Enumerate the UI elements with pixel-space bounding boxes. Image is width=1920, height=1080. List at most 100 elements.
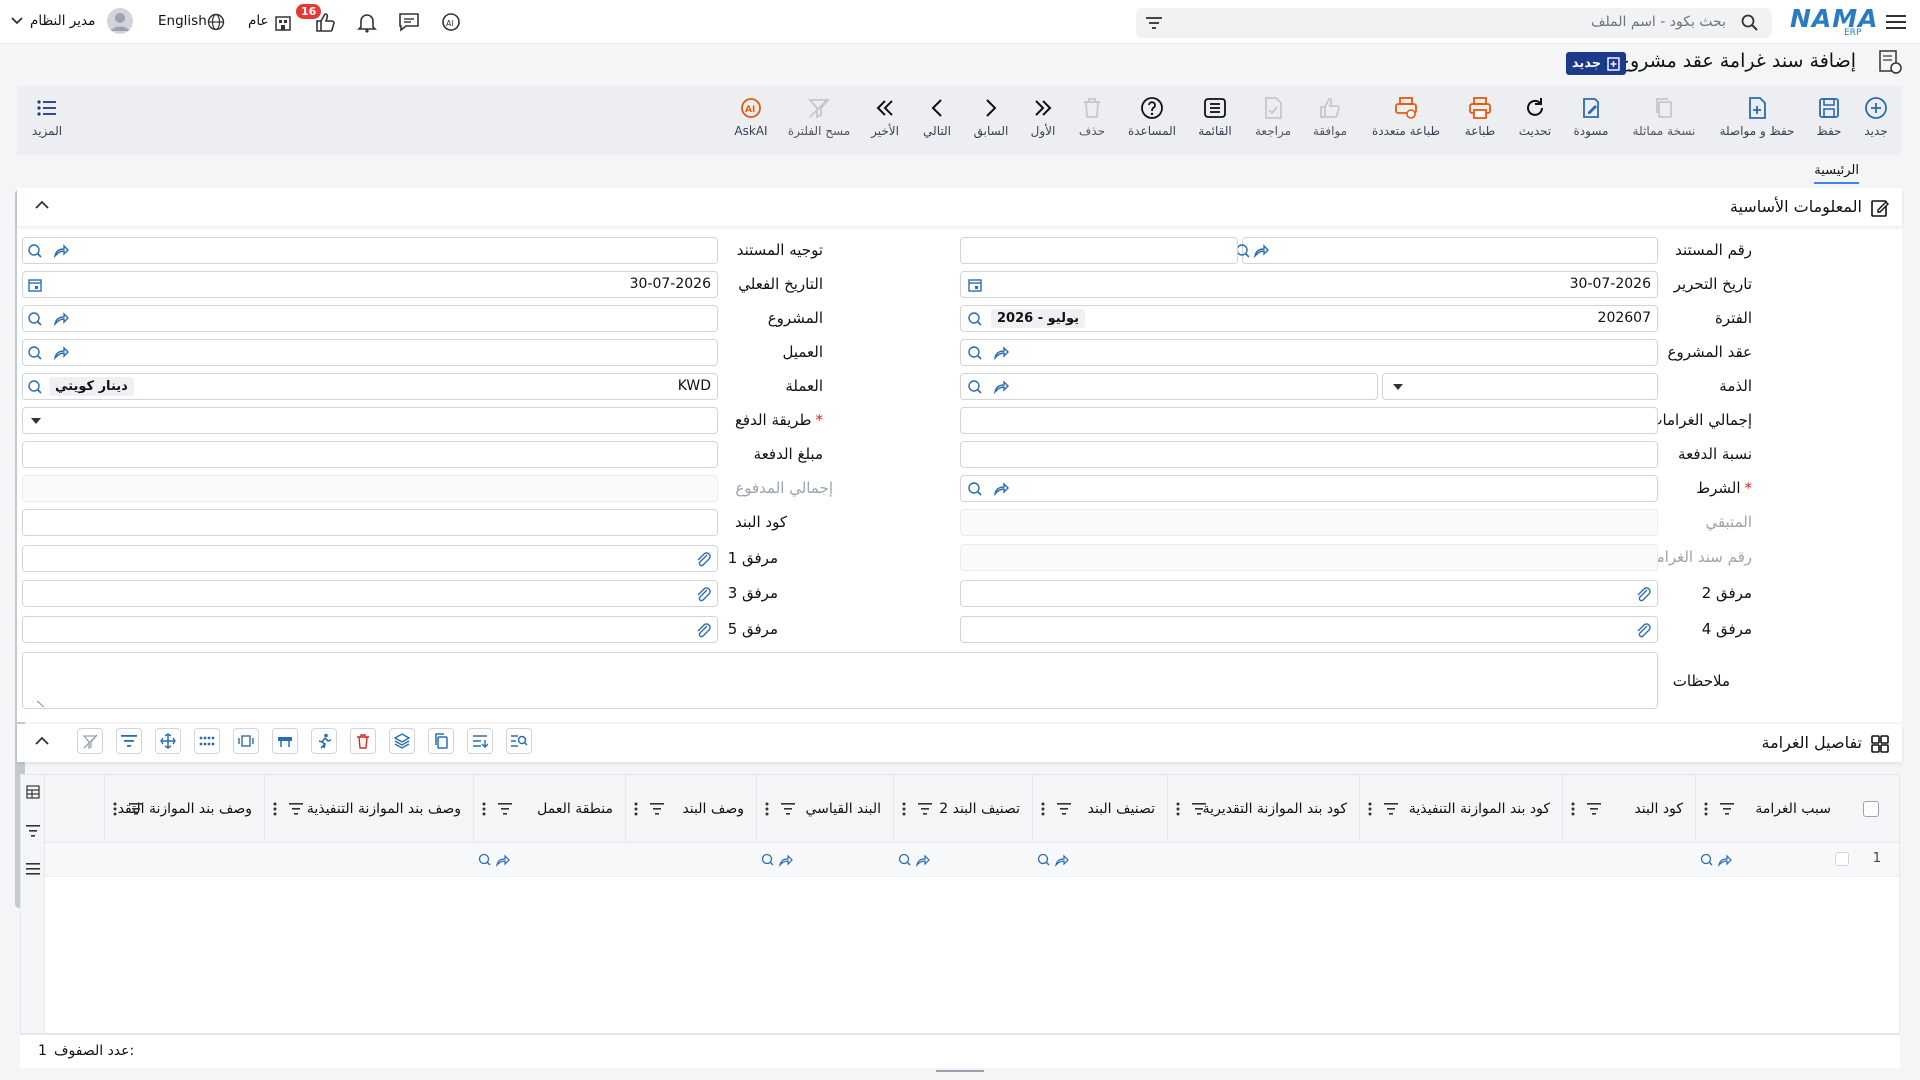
column-filter-icon[interactable] <box>1720 803 1734 815</box>
grid-column-header[interactable]: كود بند الموازنة التنفيذية <box>1359 775 1562 843</box>
payment-method-select[interactable] <box>22 407 718 434</box>
dues-field[interactable] <box>960 373 1378 400</box>
currency-field[interactable]: KWD دينار كويتي <box>22 373 718 400</box>
approve-button[interactable]: موافقة <box>1298 96 1362 138</box>
grid-run-button[interactable] <box>311 728 337 754</box>
bottom-resize-handle[interactable] <box>936 1070 984 1072</box>
tab-main[interactable]: الرئيسية <box>1814 163 1859 184</box>
save-button[interactable]: حفظ <box>1797 96 1861 138</box>
chat-icon[interactable] <box>396 10 422 34</box>
payment-pct-field[interactable] <box>960 441 1658 468</box>
condition-field[interactable] <box>960 475 1658 502</box>
column-menu-icon[interactable] <box>113 802 117 816</box>
user-name[interactable]: مدير النظام <box>30 13 95 29</box>
total-fines-field[interactable] <box>960 407 1658 434</box>
grid-column-header[interactable]: تصنيف البند 2 <box>893 775 1032 843</box>
search-refresh-icon[interactable] <box>967 379 983 395</box>
askai-button[interactable]: AI AskAI <box>719 96 783 138</box>
grid-table-button[interactable] <box>272 728 298 754</box>
calendar-icon[interactable] <box>967 277 983 293</box>
grid-column-header[interactable]: سبب الغرامة <box>1695 775 1843 843</box>
grid-fit-columns-button[interactable] <box>233 728 259 754</box>
column-filter-icon[interactable] <box>1192 803 1206 815</box>
doc-no-prefix-field[interactable] <box>960 237 1238 264</box>
search-refresh-icon[interactable] <box>967 481 983 497</box>
help-button[interactable]: المساعدة <box>1120 96 1184 138</box>
search-refresh-icon[interactable] <box>27 345 43 361</box>
paperclip-icon[interactable] <box>695 551 711 567</box>
doc-direction-field[interactable] <box>22 237 718 264</box>
column-filter-icon[interactable] <box>498 803 512 815</box>
paperclip-icon[interactable] <box>695 622 711 638</box>
attachment-1-field[interactable] <box>22 545 718 572</box>
attachment-5-field[interactable] <box>22 616 718 643</box>
column-filter-icon[interactable] <box>650 803 664 815</box>
filter-lines-icon[interactable] <box>26 825 40 837</box>
search-refresh-icon[interactable] <box>27 243 43 259</box>
search-bar[interactable]: بحث بكود - اسم الملف <box>1136 8 1772 38</box>
search-refresh-icon[interactable] <box>967 311 983 327</box>
grid-column-header[interactable]: كود البند <box>1562 775 1695 843</box>
share-arrow-icon[interactable] <box>993 345 1009 361</box>
select-all-checkbox[interactable] <box>1863 801 1879 817</box>
column-menu-icon[interactable] <box>1368 802 1372 816</box>
grid-column-header[interactable]: منطقة العمل <box>473 775 625 843</box>
column-menu-icon[interactable] <box>902 802 906 816</box>
grid-clear-filter-button[interactable] <box>77 728 103 754</box>
table-settings-icon[interactable] <box>26 785 40 799</box>
grid-search-button[interactable] <box>506 728 532 754</box>
share-arrow-icon[interactable] <box>1253 243 1269 259</box>
column-filter-icon[interactable] <box>1057 803 1071 815</box>
search-refresh-icon[interactable] <box>967 345 983 361</box>
print-button[interactable]: طباعة <box>1448 96 1512 138</box>
cell-lookup-icons[interactable] <box>477 852 517 868</box>
search-icon[interactable] <box>1740 14 1760 32</box>
avatar[interactable] <box>107 8 133 34</box>
contract-field[interactable] <box>960 339 1658 366</box>
collapse-chevron-up-icon[interactable] <box>35 736 49 746</box>
column-menu-icon[interactable] <box>273 802 277 816</box>
edit-date-field[interactable]: 30-07-2026 <box>960 271 1658 298</box>
share-arrow-icon[interactable] <box>53 311 69 327</box>
cell-lookup-icons[interactable] <box>1036 852 1076 868</box>
share-arrow-icon[interactable] <box>53 345 69 361</box>
column-menu-icon[interactable] <box>1704 802 1708 816</box>
chevron-down-icon[interactable] <box>10 15 24 27</box>
column-filter-icon[interactable] <box>289 803 303 815</box>
language-switch[interactable]: English <box>158 13 207 29</box>
attachment-3-field[interactable] <box>22 580 718 607</box>
table-row[interactable]: 1 <box>45 843 1899 877</box>
company-building-icon[interactable] <box>272 11 294 33</box>
column-menu-icon[interactable] <box>634 802 638 816</box>
paperclip-icon[interactable] <box>1635 622 1651 638</box>
row-checkbox[interactable] <box>1835 852 1849 866</box>
column-filter-icon[interactable] <box>781 803 795 815</box>
share-arrow-icon[interactable] <box>993 481 1009 497</box>
doc-no-field[interactable] <box>1236 237 1658 264</box>
nama-logo[interactable]: NAMA ERP <box>1790 4 1878 38</box>
paperclip-icon[interactable] <box>695 586 711 602</box>
cell-lookup-icons[interactable] <box>760 852 800 868</box>
save-continue-button[interactable]: حفظ و مواصلة <box>1720 96 1794 138</box>
list-button[interactable]: القائمة <box>1183 96 1247 138</box>
period-field[interactable]: 202607 2026 - يوليو <box>960 305 1658 332</box>
cell-lookup-icons[interactable] <box>897 852 937 868</box>
paperclip-icon[interactable] <box>1635 586 1651 602</box>
grid-layers-button[interactable] <box>389 728 415 754</box>
resize-handle-icon[interactable] <box>37 701 45 708</box>
grid-move-button[interactable] <box>155 728 181 754</box>
clear-filter-button[interactable]: مسح الفلترة <box>787 96 851 138</box>
grid-column-header[interactable]: تصنيف البند <box>1032 775 1167 843</box>
column-menu-icon[interactable] <box>765 802 769 816</box>
column-menu-icon[interactable] <box>1041 802 1045 816</box>
review-button[interactable]: مراجعة <box>1241 96 1305 138</box>
menu-lines-icon[interactable] <box>26 863 40 875</box>
column-filter-icon[interactable] <box>1587 803 1601 815</box>
cell-lookup-icons[interactable] <box>1699 852 1739 868</box>
column-menu-icon[interactable] <box>1176 802 1180 816</box>
dues-type-select[interactable] <box>1382 373 1658 400</box>
bell-icon[interactable] <box>354 10 380 34</box>
globe-icon[interactable] <box>206 12 226 32</box>
attachment-2-field[interactable] <box>960 580 1658 607</box>
filter-lines-icon[interactable] <box>1144 14 1164 32</box>
